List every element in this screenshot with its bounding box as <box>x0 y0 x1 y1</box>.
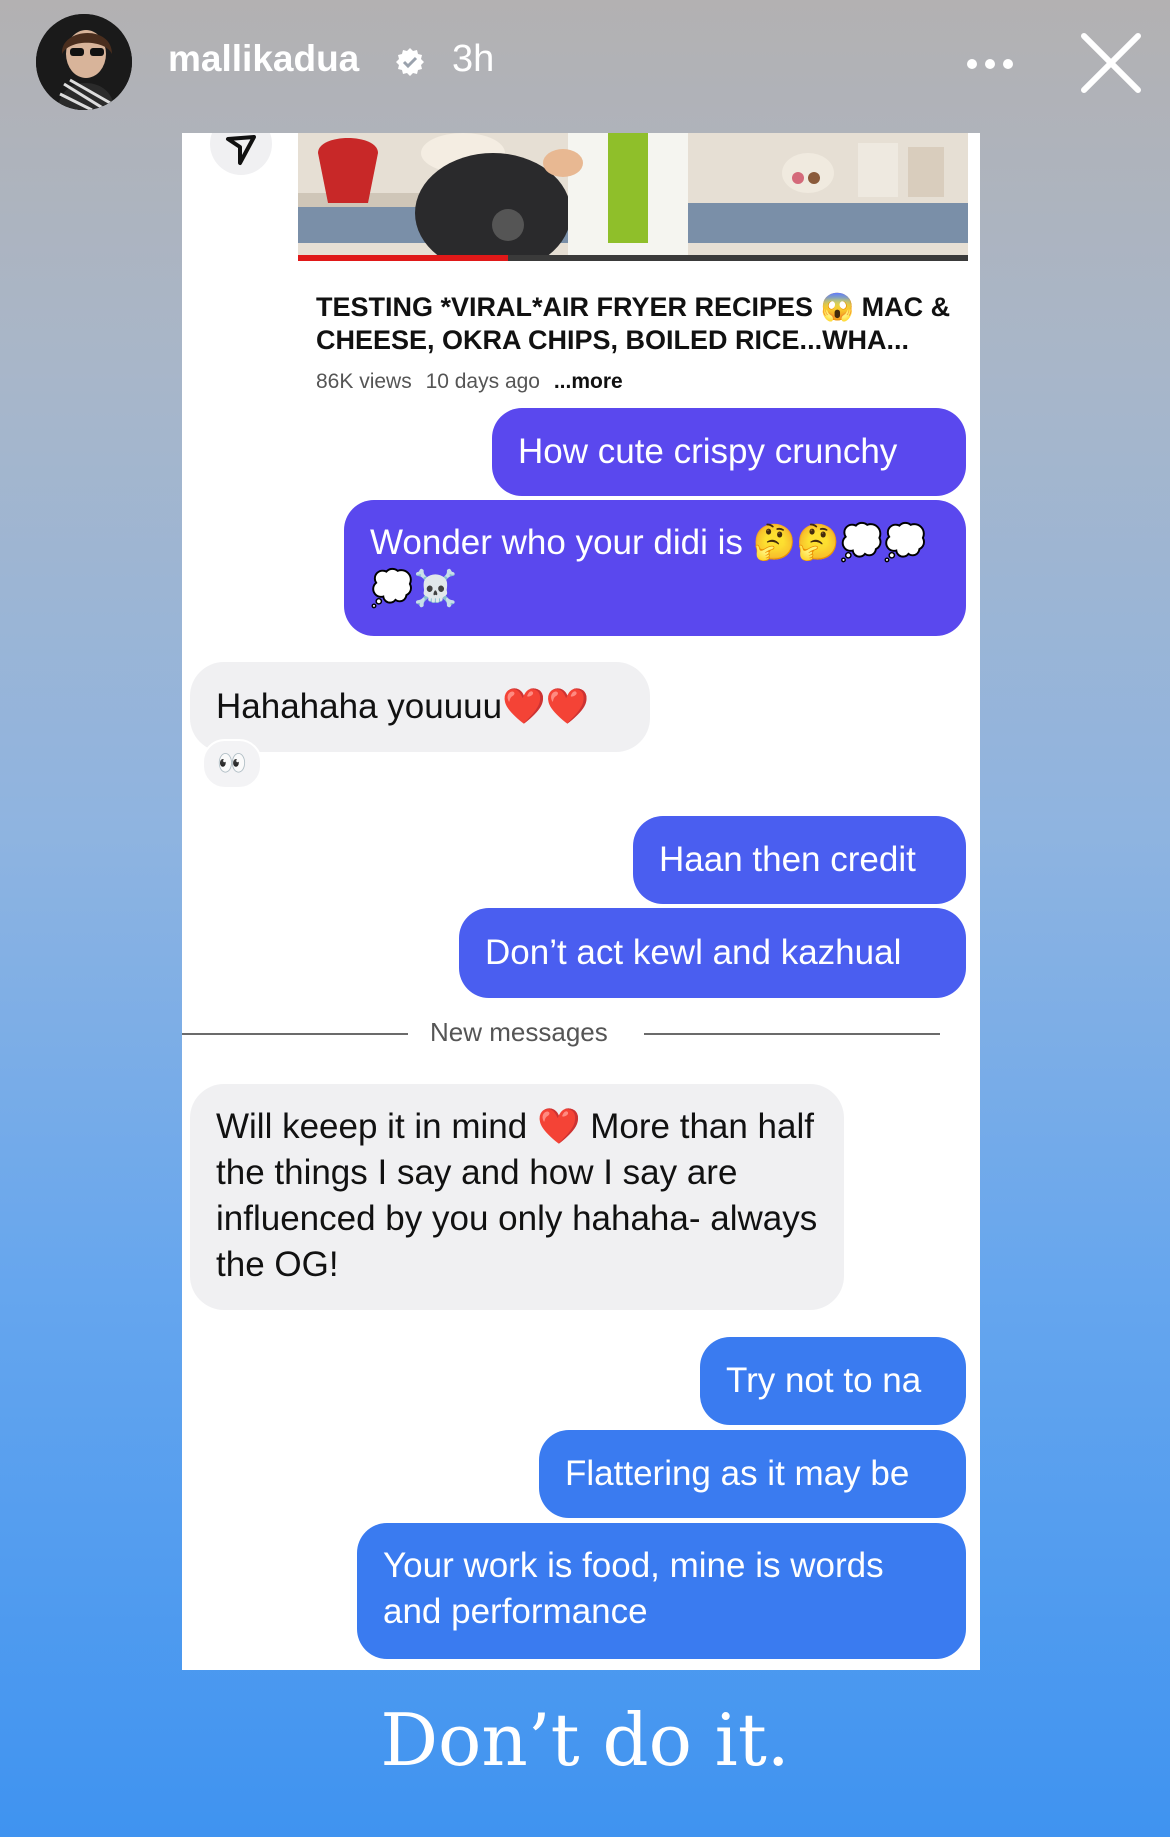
message-outgoing[interactable]: Try not to na <box>700 1337 966 1425</box>
message-outgoing[interactable]: Flattering as it may be <box>539 1430 966 1518</box>
close-icon[interactable] <box>1078 30 1144 96</box>
video-views: 86K views <box>316 370 412 393</box>
new-messages-divider: New messages <box>430 1017 608 1047</box>
story-caption: Don’t do it. <box>380 1698 790 1782</box>
message-outgoing[interactable]: Haan then credit <box>633 816 966 904</box>
video-age: 10 days ago <box>425 370 540 393</box>
divider-line <box>644 1033 940 1035</box>
message-outgoing[interactable]: Your work is food, mine is words and per… <box>357 1523 966 1659</box>
story-timestamp: 3h <box>452 38 495 80</box>
video-meta: 86K views 10 days ago ...more <box>316 370 623 394</box>
verified-badge-icon <box>396 48 424 76</box>
message-outgoing[interactable]: Don’t act kewl and kazhual <box>459 908 966 998</box>
message-incoming[interactable]: Hahahaha youuuu❤️❤️ <box>190 662 650 752</box>
message-outgoing[interactable]: How cute crispy crunchy <box>492 408 966 496</box>
message-outgoing[interactable]: Wonder who your didi is 🤔🤔💭💭💭☠️ <box>344 500 966 636</box>
divider-line <box>182 1033 408 1035</box>
video-thumbnail[interactable] <box>298 133 968 261</box>
message-incoming[interactable]: Will keeep it in mind ❤️ More than half … <box>190 1084 844 1310</box>
video-title[interactable]: TESTING *VIRAL*AIR FRYER RECIPES 😱 MAC &… <box>316 291 956 357</box>
video-more-link[interactable]: ...more <box>554 370 623 393</box>
chat-screenshot: TESTING *VIRAL*AIR FRYER RECIPES 😱 MAC &… <box>182 133 980 1670</box>
share-icon[interactable] <box>210 133 272 175</box>
avatar[interactable] <box>36 14 132 110</box>
more-horizontal-icon[interactable] <box>960 44 1020 84</box>
story-header: mallikadua 3h <box>0 0 1170 120</box>
username[interactable]: mallikadua <box>168 38 359 80</box>
profile-photo <box>36 14 132 110</box>
reaction-eyes[interactable]: 👀 <box>202 739 262 789</box>
